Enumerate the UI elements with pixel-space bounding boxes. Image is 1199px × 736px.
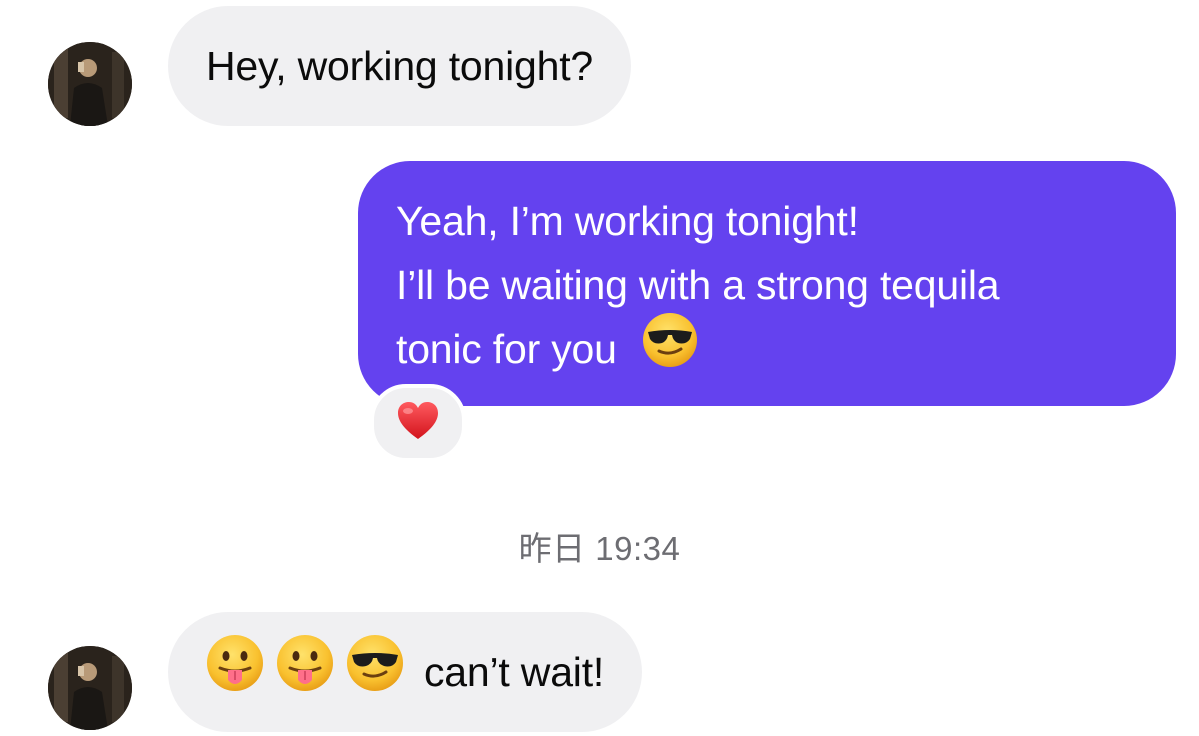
sunglasses-face-icon — [346, 634, 404, 710]
message-timestamp: 昨日 19:34 — [518, 530, 681, 567]
incoming-message-bubble[interactable]: can’t wait! — [168, 612, 643, 732]
message-text: can’t wait! — [424, 649, 605, 695]
message-text-line-3: tonic for you — [396, 313, 1136, 386]
red-heart-icon — [396, 401, 440, 446]
contact-avatar[interactable] — [48, 42, 132, 126]
message-text-line-2: I’ll be waiting with a strong tequila — [396, 262, 1000, 308]
message-text-line-1: Yeah, I’m working tonight! — [396, 198, 859, 244]
contact-avatar[interactable] — [48, 646, 132, 730]
message-thread: Hey, working tonight? Yeah, I’m working … — [0, 0, 1199, 736]
tongue-out-face-icon — [276, 634, 334, 710]
avatar-photo-icon — [48, 646, 132, 730]
sunglasses-face-icon — [642, 312, 698, 386]
incoming-message-bubble[interactable]: Hey, working tonight? — [168, 6, 632, 126]
reaction-badge[interactable] — [370, 384, 466, 462]
avatar-photo-icon — [48, 42, 132, 126]
outgoing-message-bubble[interactable]: Yeah, I’m working tonight! I’ll be waiti… — [358, 161, 1176, 406]
tongue-out-face-icon — [206, 634, 264, 710]
message-text: Hey, working tonight? — [206, 43, 594, 89]
